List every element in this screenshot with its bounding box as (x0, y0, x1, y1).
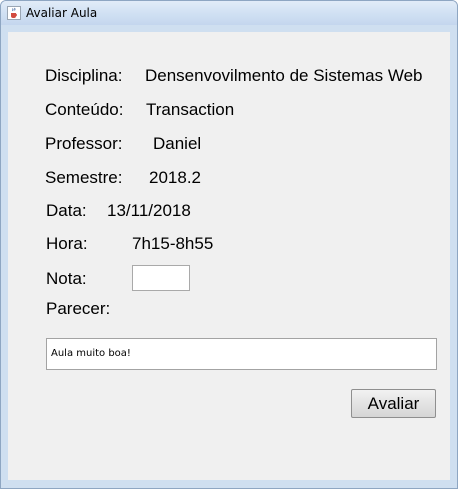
semestre-value: 2018.2 (149, 168, 201, 187)
parecer-label: Parecer: (46, 299, 111, 318)
window-title: Avaliar Aula (26, 6, 98, 20)
data-label: Data: (46, 201, 87, 220)
form-panel: Disciplina: Densenvovilmento de Sistemas… (8, 32, 450, 480)
data-value: 13/11/2018 (107, 201, 191, 220)
java-coffee-icon (7, 6, 21, 20)
disciplina-label: Disciplina: (45, 66, 123, 85)
semestre-label: Semestre: (45, 168, 123, 187)
parecer-input[interactable]: Aula muito boa! (46, 338, 437, 370)
app-window: Avaliar Aula Disciplina: Densenvovilment… (0, 0, 458, 489)
avaliar-button[interactable]: Avaliar (351, 389, 436, 418)
nota-input[interactable] (132, 265, 190, 291)
hora-value: 7h15-8h55 (132, 234, 214, 253)
professor-value: Daniel (153, 134, 202, 153)
professor-label: Professor: (45, 134, 123, 153)
disciplina-value: Densenvovilmento de Sistemas Web (145, 66, 423, 85)
hora-label: Hora: (46, 234, 88, 253)
conteudo-label: Conteúdo: (45, 100, 124, 119)
conteudo-value: Transaction (146, 100, 235, 119)
title-bar[interactable]: Avaliar Aula (1, 1, 457, 25)
nota-label: Nota: (46, 269, 87, 288)
